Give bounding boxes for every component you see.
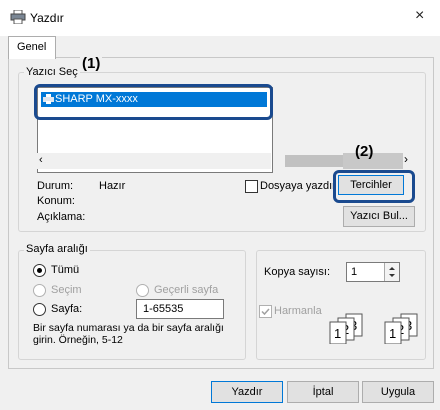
preferences-button[interactable]: Tercihler: [338, 175, 404, 195]
page-range-hint: Bir sayfa numarası ya da bir sayfa aralı…: [33, 322, 224, 346]
print-to-file-checkbox[interactable]: [245, 180, 258, 193]
scrollbar-thumb[interactable]: [285, 155, 345, 167]
pages-radio[interactable]: [33, 303, 46, 316]
page-range-group-label: Sayfa aralığı: [24, 243, 90, 255]
apply-button[interactable]: Uygula: [362, 381, 434, 403]
selection-radio: [33, 284, 46, 297]
title-bar: [0, 0, 440, 36]
print-button[interactable]: Yazdır: [211, 381, 283, 403]
checkmark-icon: [261, 308, 270, 316]
status-label: Durum:: [37, 180, 74, 192]
close-icon[interactable]: ×: [415, 8, 424, 24]
collate-illustration-1: 3 2 1: [328, 312, 366, 347]
copies-input-value: 1: [351, 266, 358, 278]
scroll-right-icon[interactable]: ›: [404, 152, 408, 166]
window-title: Yazdır: [30, 11, 64, 25]
print-to-file-label: Dosyaya yazdır: [260, 180, 336, 192]
callout-2-label: (2): [355, 143, 374, 160]
all-pages-label: Tümü: [51, 264, 80, 276]
selection-label: Seçim: [51, 284, 82, 296]
cancel-button[interactable]: İptal: [287, 381, 359, 403]
pages-label: Sayfa:: [51, 303, 83, 315]
copies-spinner[interactable]: [384, 263, 399, 281]
collate-illustration-2: 3 2 1: [383, 312, 421, 347]
collate-label: Harmanla: [274, 305, 322, 317]
copies-label: Kopya sayısı:: [264, 266, 331, 278]
current-page-radio: [136, 284, 149, 297]
horizontal-scrollbar[interactable]: ‹: [37, 153, 345, 169]
scroll-left-icon[interactable]: ‹: [39, 154, 43, 166]
printer-icon: [10, 9, 26, 25]
location-label: Konum:: [37, 195, 75, 207]
status-value: Hazır: [99, 180, 126, 192]
callout-1-label: (1): [80, 55, 103, 72]
comment-label: Açıklama:: [37, 211, 86, 223]
svg-text:1: 1: [334, 326, 341, 341]
tab-general-label: Genel: [17, 41, 47, 53]
printer-select-group-label: Yazıcı Seç: [24, 66, 80, 78]
all-pages-radio[interactable]: [33, 264, 46, 277]
callout-1-frame: [34, 84, 273, 120]
copies-input[interactable]: 1: [346, 262, 400, 282]
svg-text:1: 1: [389, 326, 396, 341]
pages-input[interactable]: 1-65535: [136, 299, 224, 319]
find-printer-button[interactable]: Yazıcı Bul...: [343, 206, 415, 227]
tab-general[interactable]: Genel: [8, 36, 56, 59]
current-page-label: Geçerli sayfa: [154, 284, 219, 296]
spinner-arrows-icon[interactable]: [385, 263, 399, 281]
collate-checkbox[interactable]: [259, 305, 272, 318]
pages-input-value: 1-65535: [143, 303, 184, 315]
